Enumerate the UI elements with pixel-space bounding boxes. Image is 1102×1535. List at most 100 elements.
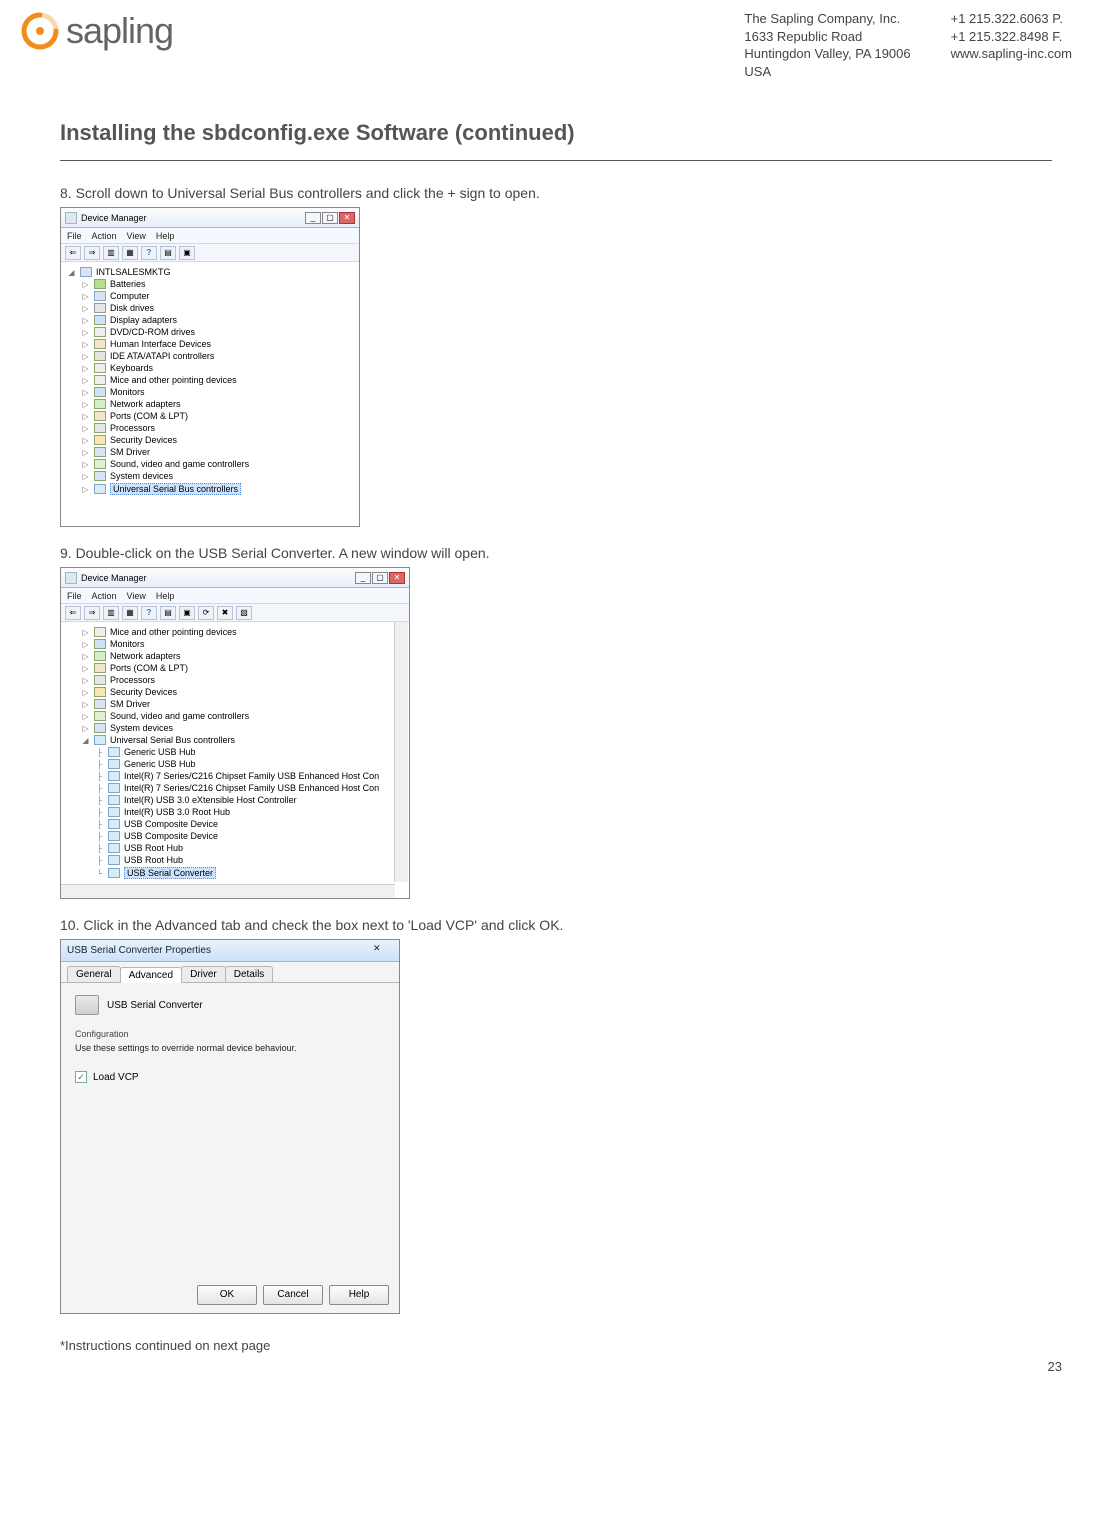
back-icon[interactable]: ⇐ — [65, 606, 81, 620]
collapse-icon[interactable]: ◢ — [81, 736, 90, 745]
ok-button[interactable]: OK — [197, 1285, 257, 1305]
expand-icon[interactable]: ▷ — [81, 328, 90, 337]
menu-help[interactable]: Help — [156, 231, 175, 241]
tree-item[interactable]: ▷Mice and other pointing devices — [81, 374, 353, 386]
menu-view[interactable]: View — [127, 591, 146, 601]
expand-icon[interactable]: ▷ — [81, 424, 90, 433]
maximize-button[interactable]: ▢ — [322, 212, 338, 224]
toolbar-icon[interactable]: ▥ — [103, 246, 119, 260]
forward-icon[interactable]: ⇒ — [84, 606, 100, 620]
expand-icon[interactable]: ▷ — [81, 485, 90, 494]
close-button[interactable]: ✕ — [373, 943, 393, 959]
tree-item[interactable]: ▷Sound, video and game controllers — [81, 710, 403, 722]
menu-file[interactable]: File — [67, 591, 82, 601]
expand-icon[interactable]: ▷ — [81, 400, 90, 409]
expand-icon[interactable]: ▷ — [81, 688, 90, 697]
expand-icon[interactable]: ▷ — [81, 304, 90, 313]
expand-icon[interactable]: ▷ — [81, 316, 90, 325]
horizontal-scrollbar[interactable] — [61, 884, 395, 898]
forward-icon[interactable]: ⇒ — [84, 246, 100, 260]
toolbar-icon[interactable]: ✖ — [217, 606, 233, 620]
tree-item-usb-parent[interactable]: ◢ Universal Serial Bus controllers — [81, 734, 403, 746]
back-icon[interactable]: ⇐ — [65, 246, 81, 260]
expand-icon[interactable]: ▷ — [81, 712, 90, 721]
tab-driver[interactable]: Driver — [181, 966, 226, 982]
tree-item[interactable]: ▷System devices — [81, 470, 353, 482]
expand-icon[interactable]: ▷ — [81, 388, 90, 397]
expand-icon[interactable]: ▷ — [81, 460, 90, 469]
tab-general[interactable]: General — [67, 966, 121, 982]
tree-item[interactable]: ▷SM Driver — [81, 446, 353, 458]
tree-item[interactable]: ▷Security Devices — [81, 686, 403, 698]
toolbar-icon[interactable]: ⟳ — [198, 606, 214, 620]
tree-item[interactable]: ├Intel(R) USB 3.0 Root Hub — [95, 806, 403, 818]
expand-icon[interactable]: ▷ — [81, 472, 90, 481]
tree-item[interactable]: ▷SM Driver — [81, 698, 403, 710]
tree-item[interactable]: ▷Human Interface Devices — [81, 338, 353, 350]
tree-item[interactable]: ├USB Composite Device — [95, 818, 403, 830]
expand-icon[interactable]: ▷ — [81, 700, 90, 709]
help-button[interactable]: Help — [329, 1285, 389, 1305]
expand-icon[interactable]: ▷ — [81, 724, 90, 733]
tree-item[interactable]: ▷Security Devices — [81, 434, 353, 446]
tree-root[interactable]: ◢ INTLSALESMKTG — [67, 266, 353, 278]
tree-item[interactable]: ▷Display adapters — [81, 314, 353, 326]
tree-item[interactable]: ▷Ports (COM & LPT) — [81, 662, 403, 674]
tree-item[interactable]: ▷Processors — [81, 674, 403, 686]
menu-help[interactable]: Help — [156, 591, 175, 601]
tree-item[interactable]: ▷Keyboards — [81, 362, 353, 374]
tree-item[interactable]: ├Generic USB Hub — [95, 746, 403, 758]
tree-item[interactable]: ▷IDE ATA/ATAPI controllers — [81, 350, 353, 362]
tree-item[interactable]: ▷Network adapters — [81, 398, 353, 410]
expand-icon[interactable]: ▷ — [81, 340, 90, 349]
maximize-button[interactable]: ▢ — [372, 572, 388, 584]
tree-item[interactable]: ├Intel(R) 7 Series/C216 Chipset Family U… — [95, 782, 403, 794]
menu-file[interactable]: File — [67, 231, 82, 241]
tree-item[interactable]: ├USB Composite Device — [95, 830, 403, 842]
minimize-button[interactable]: _ — [305, 212, 321, 224]
tree-item[interactable]: ├Intel(R) USB 3.0 eXtensible Host Contro… — [95, 794, 403, 806]
close-button[interactable]: ✕ — [339, 212, 355, 224]
expand-icon[interactable]: ▷ — [81, 352, 90, 361]
help-icon[interactable]: ? — [141, 606, 157, 620]
minimize-button[interactable]: _ — [355, 572, 371, 584]
menu-view[interactable]: View — [127, 231, 146, 241]
expand-icon[interactable]: ▷ — [81, 292, 90, 301]
tree-item[interactable]: ▷Ports (COM & LPT) — [81, 410, 353, 422]
help-icon[interactable]: ? — [141, 246, 157, 260]
tree-item[interactable]: ▷Processors — [81, 422, 353, 434]
load-vcp-row[interactable]: ✓ Load VCP — [75, 1071, 385, 1083]
expand-icon[interactable]: ▷ — [81, 676, 90, 685]
toolbar-icon[interactable]: ▤ — [160, 246, 176, 260]
tab-details[interactable]: Details — [225, 966, 274, 982]
expand-icon[interactable]: ▷ — [81, 652, 90, 661]
tree-item[interactable]: ▷Batteries — [81, 278, 353, 290]
tree-item[interactable]: ├Generic USB Hub — [95, 758, 403, 770]
collapse-icon[interactable]: ◢ — [67, 268, 76, 277]
tree-item[interactable]: ▷Disk drives — [81, 302, 353, 314]
expand-icon[interactable]: ▷ — [81, 376, 90, 385]
tree-item[interactable]: ▷Mice and other pointing devices — [81, 626, 403, 638]
expand-icon[interactable]: ▷ — [81, 628, 90, 637]
tree-item[interactable]: ▷Monitors — [81, 638, 403, 650]
cancel-button[interactable]: Cancel — [263, 1285, 323, 1305]
menu-action[interactable]: Action — [92, 591, 117, 601]
menu-action[interactable]: Action — [92, 231, 117, 241]
expand-icon[interactable]: ▷ — [81, 448, 90, 457]
tree-item[interactable]: ▷System devices — [81, 722, 403, 734]
toolbar-icon[interactable]: ▣ — [179, 606, 195, 620]
tab-advanced[interactable]: Advanced — [120, 967, 182, 983]
tree-item[interactable]: ▷Monitors — [81, 386, 353, 398]
toolbar-icon[interactable]: ▧ — [236, 606, 252, 620]
tree-item[interactable]: ▷Computer — [81, 290, 353, 302]
toolbar-icon[interactable]: ▤ — [160, 606, 176, 620]
toolbar-icon[interactable]: ▣ — [179, 246, 195, 260]
tree-item[interactable]: ├USB Root Hub — [95, 842, 403, 854]
tree-item[interactable]: ▷Sound, video and game controllers — [81, 458, 353, 470]
expand-icon[interactable]: ▷ — [81, 280, 90, 289]
vertical-scrollbar[interactable] — [394, 622, 408, 882]
tree-item-usb-serial[interactable]: └ USB Serial Converter — [95, 866, 403, 880]
tree-item[interactable]: ▷DVD/CD-ROM drives — [81, 326, 353, 338]
close-button[interactable]: ✕ — [389, 572, 405, 584]
expand-icon[interactable]: ▷ — [81, 412, 90, 421]
